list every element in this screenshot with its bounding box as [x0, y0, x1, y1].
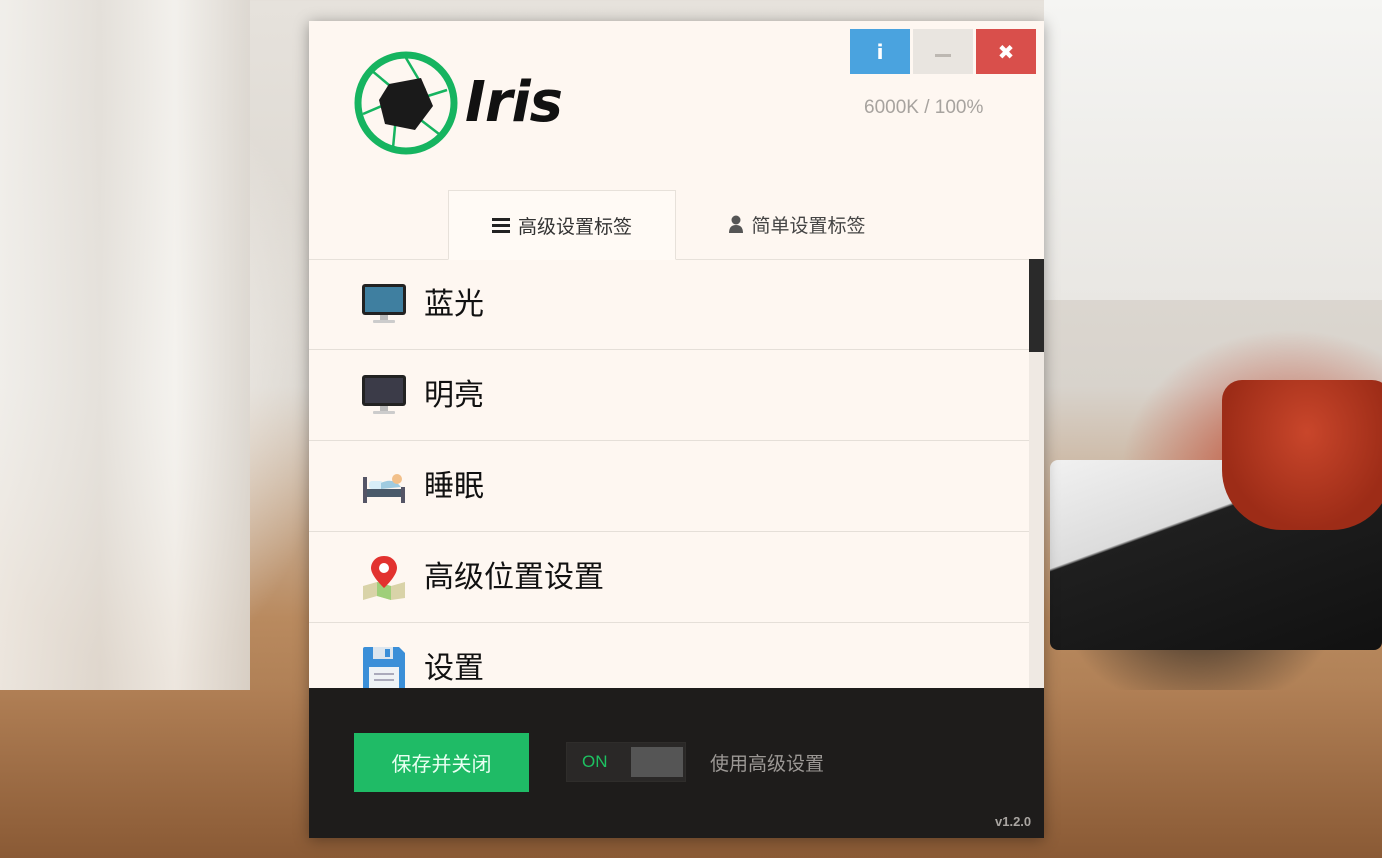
- info-icon: i: [876, 39, 884, 64]
- close-icon: ✖: [997, 39, 1015, 64]
- floppy-disk-icon: [363, 647, 405, 688]
- iris-logo-icon: [354, 51, 458, 155]
- tab-label: 简单设置标签: [751, 214, 866, 237]
- monitor-blue-icon: [362, 284, 406, 323]
- toggle-knob: [631, 747, 683, 777]
- menu-item-advanced-location[interactable]: 高级位置设置: [309, 532, 1029, 623]
- advanced-settings-toggle[interactable]: ON: [566, 742, 686, 782]
- app-title: Iris: [465, 70, 563, 135]
- monitor-dark-icon: [362, 375, 406, 414]
- menu-scrollbar[interactable]: [1029, 259, 1044, 688]
- color-temperature-status: 6000K / 100%: [864, 97, 984, 118]
- toggle-state-label: ON: [582, 752, 608, 771]
- bed-icon: [363, 474, 405, 503]
- app-footer: 保存并关闭 ON 使用高级设置 v1.2.0: [309, 688, 1044, 838]
- menu-item-label: 设置: [424, 651, 484, 686]
- menu-item-label: 睡眠: [424, 469, 484, 504]
- save-and-close-button[interactable]: 保存并关闭: [354, 733, 529, 792]
- advanced-settings-label: 使用高级设置: [710, 753, 825, 775]
- minimize-icon: [935, 54, 951, 57]
- close-button[interactable]: ✖: [976, 29, 1036, 74]
- minimize-button[interactable]: [913, 29, 973, 74]
- background-pot: [1222, 380, 1382, 530]
- tab-advanced-settings[interactable]: 高级设置标签: [448, 190, 676, 260]
- background-window: [1044, 0, 1382, 300]
- tab-label: 高级设置标签: [517, 215, 632, 238]
- user-icon: [729, 215, 744, 233]
- menu-item-blue-light[interactable]: 蓝光: [309, 259, 1029, 350]
- menu-item-sleep[interactable]: 睡眠: [309, 441, 1029, 532]
- map-pin-icon: [363, 556, 405, 600]
- iris-window: Iris i ✖ 6000K / 100% 高级设置标签 简单设置标签 蓝光 明…: [309, 21, 1044, 838]
- menu-item-label: 明亮: [424, 378, 484, 413]
- menu-item-label: 高级位置设置: [424, 560, 604, 595]
- tab-bar: 高级设置标签 简单设置标签: [309, 190, 1044, 260]
- menu-item-brightness[interactable]: 明亮: [309, 350, 1029, 441]
- background-curtain: [0, 0, 250, 790]
- menu-item-label: 蓝光: [424, 287, 484, 322]
- version-label: v1.2.0: [995, 814, 1032, 829]
- app-header: Iris i ✖ 6000K / 100%: [309, 21, 1044, 191]
- menu-item-settings[interactable]: 设置: [309, 623, 1029, 688]
- info-button[interactable]: i: [850, 29, 910, 74]
- menu-icon: [491, 218, 510, 233]
- tab-simple-settings[interactable]: 简单设置标签: [675, 190, 920, 258]
- settings-menu-list: 蓝光 明亮 睡眠 高级位置设置 设置: [309, 259, 1029, 688]
- scrollbar-thumb[interactable]: [1029, 259, 1044, 352]
